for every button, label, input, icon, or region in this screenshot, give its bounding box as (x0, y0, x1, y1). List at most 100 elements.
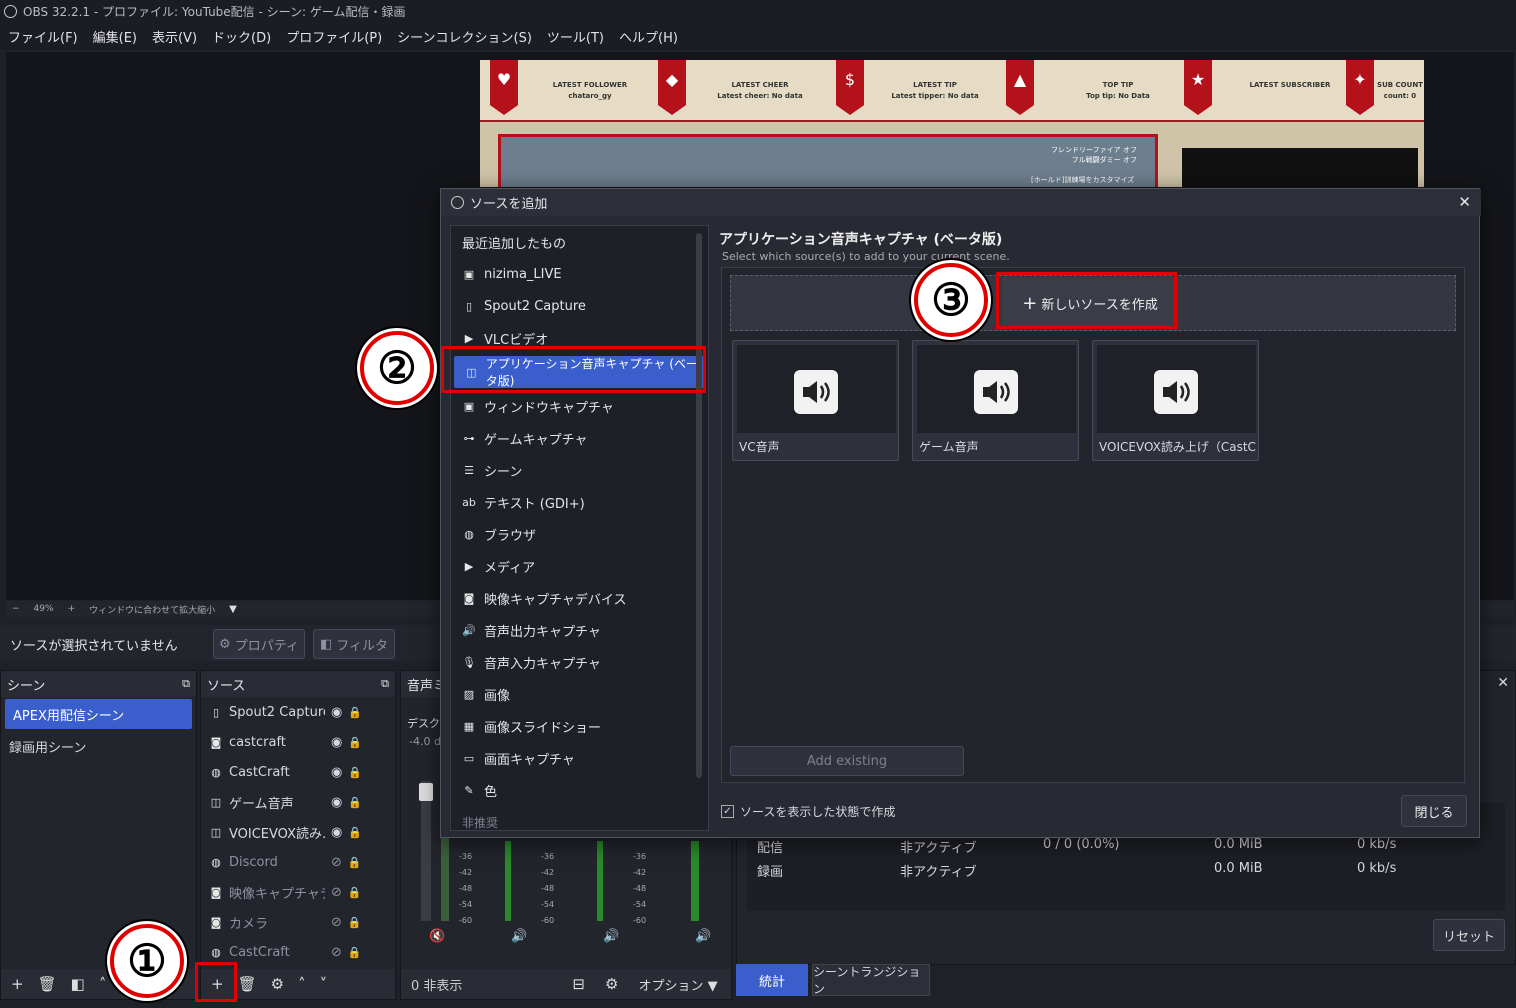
menu-file[interactable]: ファイル(F) (8, 27, 78, 46)
source-type-item[interactable]: ▦ 画像スライドショー (451, 710, 708, 742)
gear-icon[interactable]: ⚙ (271, 975, 284, 993)
lock-icon[interactable]: 🔒 (348, 946, 362, 959)
eye-icon[interactable]: ◉ (331, 705, 342, 720)
lock-icon[interactable]: 🔒 (348, 856, 362, 869)
list-scrollbar[interactable] (696, 233, 702, 778)
source-type-item[interactable]: ▯ Spout2 Capture (451, 290, 708, 322)
source-type-item[interactable]: ☰ シーン (451, 454, 708, 486)
star-icon: ★ (1184, 60, 1212, 115)
speaker-icon (794, 370, 838, 414)
existing-source-card[interactable]: VOICEVOX読み上げ（CastC (1092, 340, 1259, 461)
source-item[interactable]: ◍ CastCraft ◉ 🔒 (201, 757, 395, 787)
close-icon[interactable]: ✕ (1497, 675, 1509, 691)
no-source-label: ソースが選択されていません (10, 639, 178, 654)
source-item[interactable]: ◙映像キャプチャデバ⊘🔒 (201, 877, 395, 907)
source-type-item[interactable]: 非推奨 (451, 806, 708, 830)
source-type-item[interactable]: ▣ ウィンドウキャプチャ (451, 390, 708, 422)
source-type-item[interactable]: ▨ 画像 (451, 678, 708, 710)
eye-off-icon[interactable]: ⊘ (331, 945, 342, 960)
source-type-item[interactable]: ✎ 色 (451, 774, 708, 806)
chevron-up-icon[interactable]: ˄ (99, 975, 107, 993)
lock-icon[interactable]: 🔒 (348, 736, 362, 749)
undock-icon[interactable]: ⧉ (182, 677, 190, 691)
source-type-item[interactable]: ab テキスト (GDI+) (451, 486, 708, 518)
filters-button[interactable]: ◧ フィルタ (313, 629, 395, 659)
source-item[interactable]: ◙ castcraft ◉ 🔒 (201, 727, 395, 757)
trash-icon[interactable]: 🗑 (38, 975, 57, 993)
menu-profile[interactable]: プロファイル(P) (286, 27, 382, 46)
source-type-item[interactable]: ▶ メディア (451, 550, 708, 582)
mute-icon[interactable]: 🔇 (429, 929, 445, 944)
eye-off-icon[interactable]: ⊘ (331, 915, 342, 930)
tab-stats[interactable]: 統計 (736, 964, 808, 996)
scene-item[interactable]: APEX用配信シーン (5, 699, 192, 729)
volume-slider[interactable] (419, 781, 433, 921)
close-icon[interactable]: ✕ (1458, 193, 1471, 211)
lock-icon[interactable]: 🔒 (348, 766, 362, 779)
eye-off-icon[interactable]: ⊘ (331, 885, 342, 900)
lock-icon[interactable]: 🔒 (348, 796, 362, 809)
menu-edit[interactable]: 編集(E) (93, 27, 137, 46)
scene-item[interactable]: 録画用シーン (1, 731, 196, 761)
menu-tools[interactable]: ツール(T) (547, 27, 604, 46)
eye-icon[interactable]: ◉ (331, 795, 342, 810)
source-item[interactable]: ◍ Discord ⊘ 🔒 (201, 847, 395, 877)
checkbox-icon[interactable]: ✓ (721, 805, 734, 818)
menu-scene-collection[interactable]: シーンコレクション(S) (397, 27, 532, 46)
add-scene-button[interactable]: + (11, 975, 24, 993)
chevron-up-icon[interactable]: ˄ (298, 975, 306, 993)
tab-scene-transition[interactable]: シーントランジション (812, 964, 930, 996)
existing-source-card[interactable]: ゲーム音声 (912, 340, 1079, 461)
existing-source-card[interactable]: VC音声 (732, 340, 899, 461)
source-type-item[interactable]: 🎙 音声入力キャプチャ (451, 646, 708, 678)
zoom-in-button[interactable]: + (68, 604, 76, 614)
overlay-camera-frame (1182, 148, 1418, 187)
menu-view[interactable]: 表示(V) (152, 27, 197, 46)
menu-help[interactable]: ヘルプ(H) (619, 27, 678, 46)
overlay-item: SUB COUNT count: 0 (1377, 81, 1423, 100)
source-type-item[interactable]: 最近追加したもの (451, 226, 708, 258)
source-type-item[interactable]: 🔊 音声出力キャプチャ (451, 614, 708, 646)
source-type-item[interactable]: ◙ 映像キャプチャデバイス (451, 582, 708, 614)
undock-icon[interactable]: ⧉ (381, 677, 389, 691)
filter-icon[interactable]: ◧ (71, 975, 85, 993)
zoom-out-button[interactable]: − (12, 604, 20, 614)
source-item[interactable]: ◙ カメラ ⊘ 🔒 (201, 907, 395, 937)
zoom-fit-button[interactable]: ウィンドウに合わせて拡大縮小 (89, 603, 215, 616)
lock-icon[interactable]: 🔒 (348, 886, 362, 899)
trash-icon[interactable]: 🗑 (238, 975, 257, 993)
menu-dock[interactable]: ドック(D) (212, 27, 271, 46)
source-type-item[interactable]: ◍ ブラウザ (451, 518, 708, 550)
hidden-count: 0 非表示 (411, 978, 463, 994)
visible-checkbox[interactable]: ✓ ソースを表示した状態で作成 (721, 803, 895, 820)
speaker-icon[interactable]: 🔊 (511, 929, 527, 944)
close-button[interactable]: 閉じる (1401, 795, 1467, 827)
source-type-item[interactable]: ⊶ ゲームキャプチャ (451, 422, 708, 454)
slideshow-icon: ▦ (463, 719, 475, 733)
lock-icon[interactable]: 🔒 (348, 826, 362, 839)
source-item[interactable]: ◫ VOICEVOX読み.. ◉ 🔒 (201, 817, 395, 847)
gem-icon: ◆ (658, 60, 686, 115)
speaker-icon[interactable]: 🔊 (603, 929, 619, 944)
lock-icon[interactable]: 🔒 (348, 916, 362, 929)
source-item[interactable]: ▯ Spout2 Capture ◉ 🔒 (201, 697, 395, 727)
reset-button[interactable]: リセット (1433, 919, 1505, 951)
chevron-down-icon[interactable]: ▼ (229, 604, 237, 615)
eye-icon[interactable]: ◉ (331, 735, 342, 750)
source-item[interactable]: ◫ ゲーム音声 ◉ 🔒 (201, 787, 395, 817)
properties-button[interactable]: ⚙ プロパティ (213, 629, 305, 659)
eye-off-icon[interactable]: ⊘ (331, 855, 342, 870)
overlay-item: TOP TIP Top tip: No Data (1086, 81, 1150, 100)
layout-icon[interactable]: ⊟ (572, 975, 585, 993)
options-button[interactable]: オプション ▼ (638, 975, 717, 994)
lock-icon[interactable]: 🔒 (348, 706, 362, 719)
chevron-down-icon[interactable]: ˅ (320, 975, 328, 993)
source-type-item[interactable]: ▭ 画面キャプチャ (451, 742, 708, 774)
speaker-icon[interactable]: 🔊 (695, 929, 711, 944)
overlay-item: LATEST FOLLOWER chataro_gy (552, 81, 628, 100)
add-existing-button[interactable]: Add existing (730, 746, 964, 776)
eye-icon[interactable]: ◉ (331, 825, 342, 840)
source-type-item[interactable]: ▣ nizima_LIVE (451, 258, 708, 290)
eye-icon[interactable]: ◉ (331, 765, 342, 780)
gears-icon[interactable]: ⚙ (605, 975, 618, 993)
